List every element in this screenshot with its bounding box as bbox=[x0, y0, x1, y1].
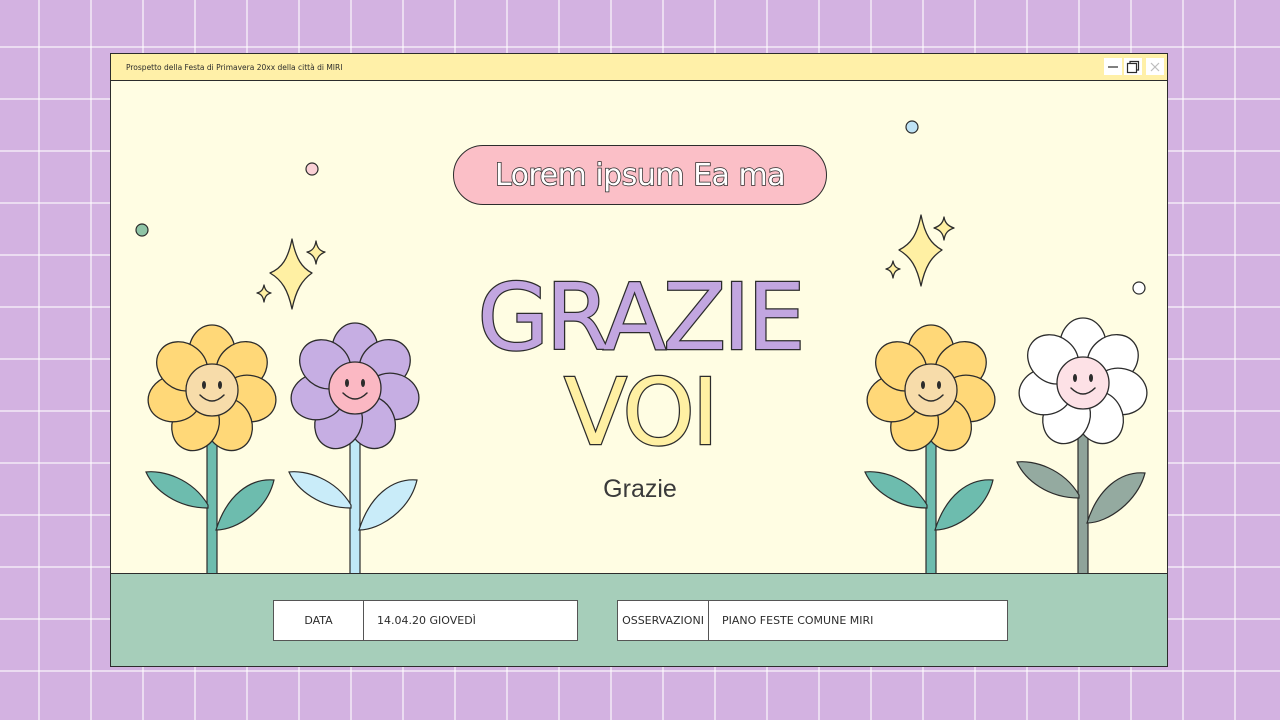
decor-dot bbox=[305, 162, 319, 176]
headline-line-2: VOI bbox=[563, 359, 720, 466]
pill-text: Lorem ipsum Ea ma bbox=[494, 157, 786, 194]
headline-pill: Lorem ipsum Ea ma bbox=[453, 145, 827, 205]
notes-label: OSSERVAZIONI bbox=[618, 601, 709, 640]
decor-dot bbox=[135, 223, 149, 237]
notes-field: OSSERVAZIONI PIANO FESTE COMUNE MIRI bbox=[617, 600, 1008, 641]
decor-dot bbox=[905, 120, 919, 134]
date-label: DATA bbox=[274, 601, 364, 640]
app-window: Prospetto della Festa di Primavera 20xx … bbox=[110, 53, 1168, 667]
notes-value: PIANO FESTE COMUNE MIRI bbox=[722, 614, 874, 627]
date-value: 14.04.20 GIOVEDÌ bbox=[377, 614, 476, 627]
headline-line-1: GRAZIE bbox=[476, 264, 806, 371]
date-field: DATA 14.04.20 GIOVEDÌ bbox=[273, 600, 578, 641]
footer-ground: DATA 14.04.20 GIOVEDÌ OSSERVAZIONI PIANO… bbox=[111, 573, 1167, 666]
subtitle: Grazie bbox=[603, 475, 677, 503]
